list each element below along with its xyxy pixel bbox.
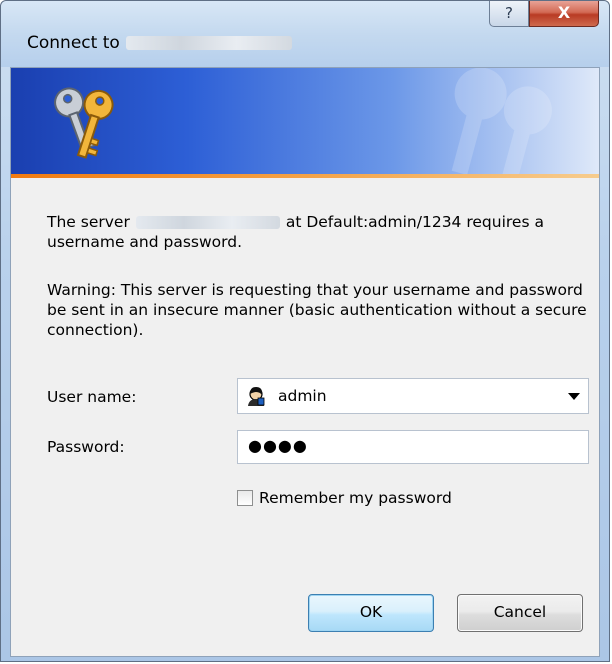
remember-password-label[interactable]: Remember my password: [259, 489, 452, 507]
close-button[interactable]: X: [529, 1, 599, 27]
window-title-label: Connect to: [27, 33, 120, 53]
password-label: Password:: [47, 438, 125, 456]
password-field[interactable]: ●●●●: [237, 430, 589, 464]
banner-accent-line: [11, 174, 599, 178]
password-masked-value: ●●●●: [248, 436, 308, 455]
keys-icon: [54, 87, 114, 159]
security-warning: Warning: This server is requesting that …: [47, 281, 587, 339]
keys-watermark-icon: [451, 68, 552, 174]
redacted-server-address: [135, 216, 280, 229]
username-label: User name:: [47, 388, 137, 406]
remember-password-checkbox[interactable]: [237, 490, 253, 506]
help-button[interactable]: ?: [489, 1, 529, 27]
cancel-button[interactable]: Cancel: [457, 594, 583, 632]
ok-button[interactable]: OK: [308, 594, 434, 632]
server-message-prefix: The server: [47, 213, 130, 231]
title-bar[interactable]: Connect to ? X: [1, 1, 609, 67]
username-combobox[interactable]: admin: [237, 378, 589, 414]
user-avatar-icon: [248, 387, 265, 406]
dialog-body: The server at Default:admin/1234 requires…: [10, 67, 600, 657]
login-dialog-window: Connect to ? X The server at Default:adm…: [0, 0, 610, 662]
chevron-down-icon[interactable]: [568, 393, 580, 400]
username-value: admin: [278, 387, 327, 405]
redacted-server-name: [125, 36, 292, 50]
server-message: The server at Default:admin/1234 requires…: [47, 212, 587, 252]
window-title: Connect to: [27, 33, 292, 53]
header-banner: [11, 68, 599, 174]
